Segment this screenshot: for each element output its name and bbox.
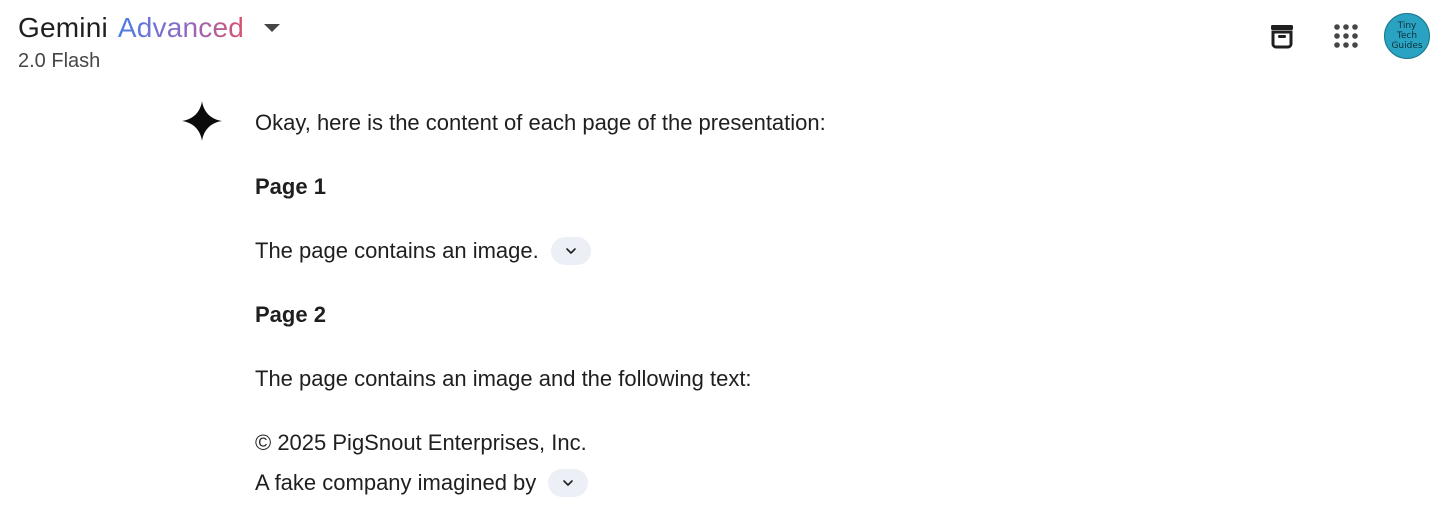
fake-company-paragraph: A fake company imagined by <box>255 466 1255 500</box>
page1-paragraph: The page contains an image. <box>255 234 1255 268</box>
caret-down-icon[interactable] <box>264 24 281 32</box>
source-expand-button[interactable] <box>548 469 589 497</box>
source-expand-button[interactable] <box>550 237 591 265</box>
avatar-text-line: Tiny <box>1397 21 1417 31</box>
model-version: 2.0 Flash <box>18 50 101 72</box>
apps-grid-icon <box>1334 24 1358 48</box>
model-response: Okay, here is the content of each page o… <box>255 106 1255 500</box>
avatar[interactable]: Tiny Tech Guides <box>1384 13 1430 59</box>
archive-icon <box>1271 25 1293 49</box>
chevron-down-icon <box>563 480 574 486</box>
fake-company-text: A fake company imagined by <box>255 470 537 495</box>
chevron-down-icon <box>565 248 576 254</box>
page1-heading: Page 1 <box>255 174 326 199</box>
model-tier: Advanced <box>118 10 244 46</box>
archive-button[interactable] <box>1258 12 1306 60</box>
model-name: Gemini <box>18 12 108 43</box>
apps-button[interactable] <box>1322 12 1370 60</box>
avatar-text-line: Guides <box>1391 41 1423 51</box>
page1-text: The page contains an image. <box>255 238 539 263</box>
model-switcher[interactable]: Gemini Advanced <box>18 10 281 46</box>
avatar-text-line: Tech <box>1396 31 1418 41</box>
page2-text: The page contains an image and the follo… <box>255 366 752 391</box>
gemini-sparkle-icon <box>182 101 222 141</box>
top-toolbar: Tiny Tech Guides <box>1258 12 1430 60</box>
copyright-line: © 2025 PigSnout Enterprises, Inc. <box>255 430 587 455</box>
response-intro: Okay, here is the content of each page o… <box>255 110 826 135</box>
page2-heading: Page 2 <box>255 302 326 327</box>
